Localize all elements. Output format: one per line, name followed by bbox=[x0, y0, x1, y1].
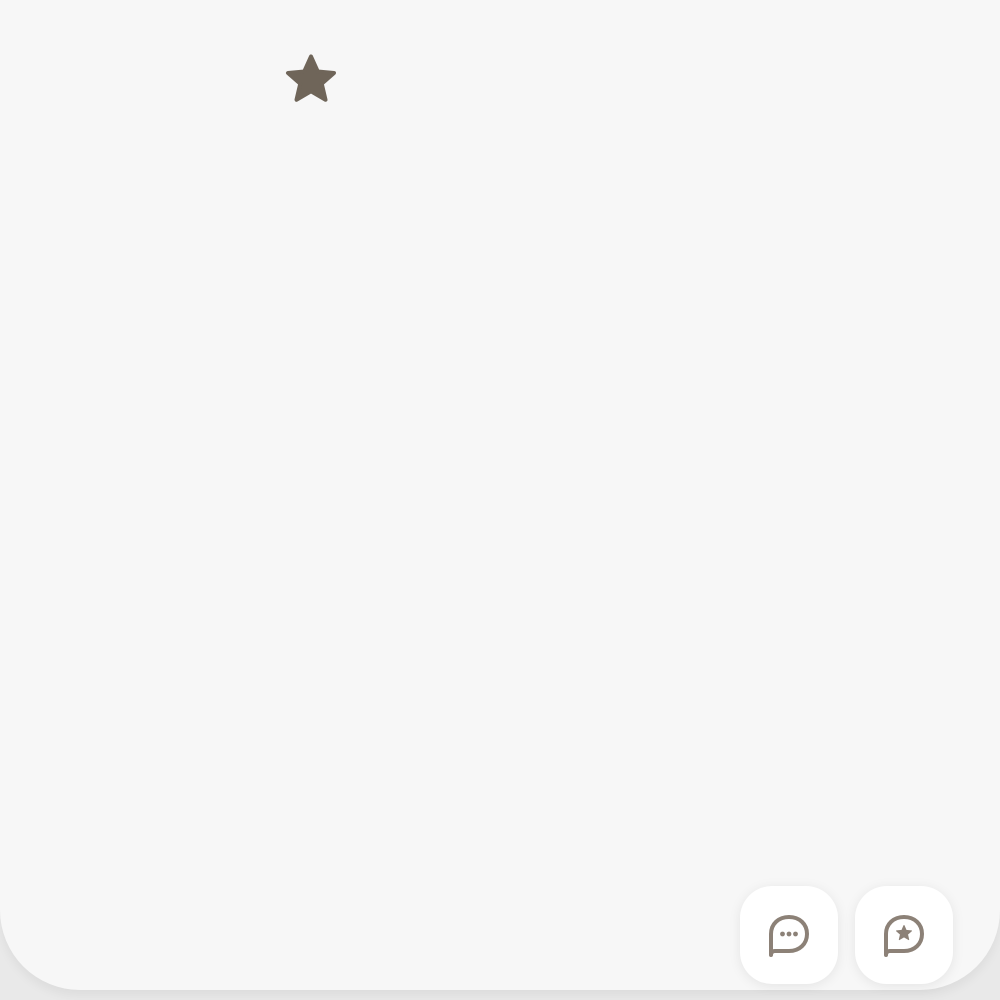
main-canvas bbox=[0, 0, 1000, 990]
favorite-chat-button[interactable] bbox=[855, 886, 953, 984]
chat-bubble-star-icon bbox=[884, 915, 924, 957]
star-icon[interactable] bbox=[280, 50, 342, 110]
chat-bubble-dots-icon bbox=[769, 915, 809, 957]
chat-button[interactable] bbox=[740, 886, 838, 984]
